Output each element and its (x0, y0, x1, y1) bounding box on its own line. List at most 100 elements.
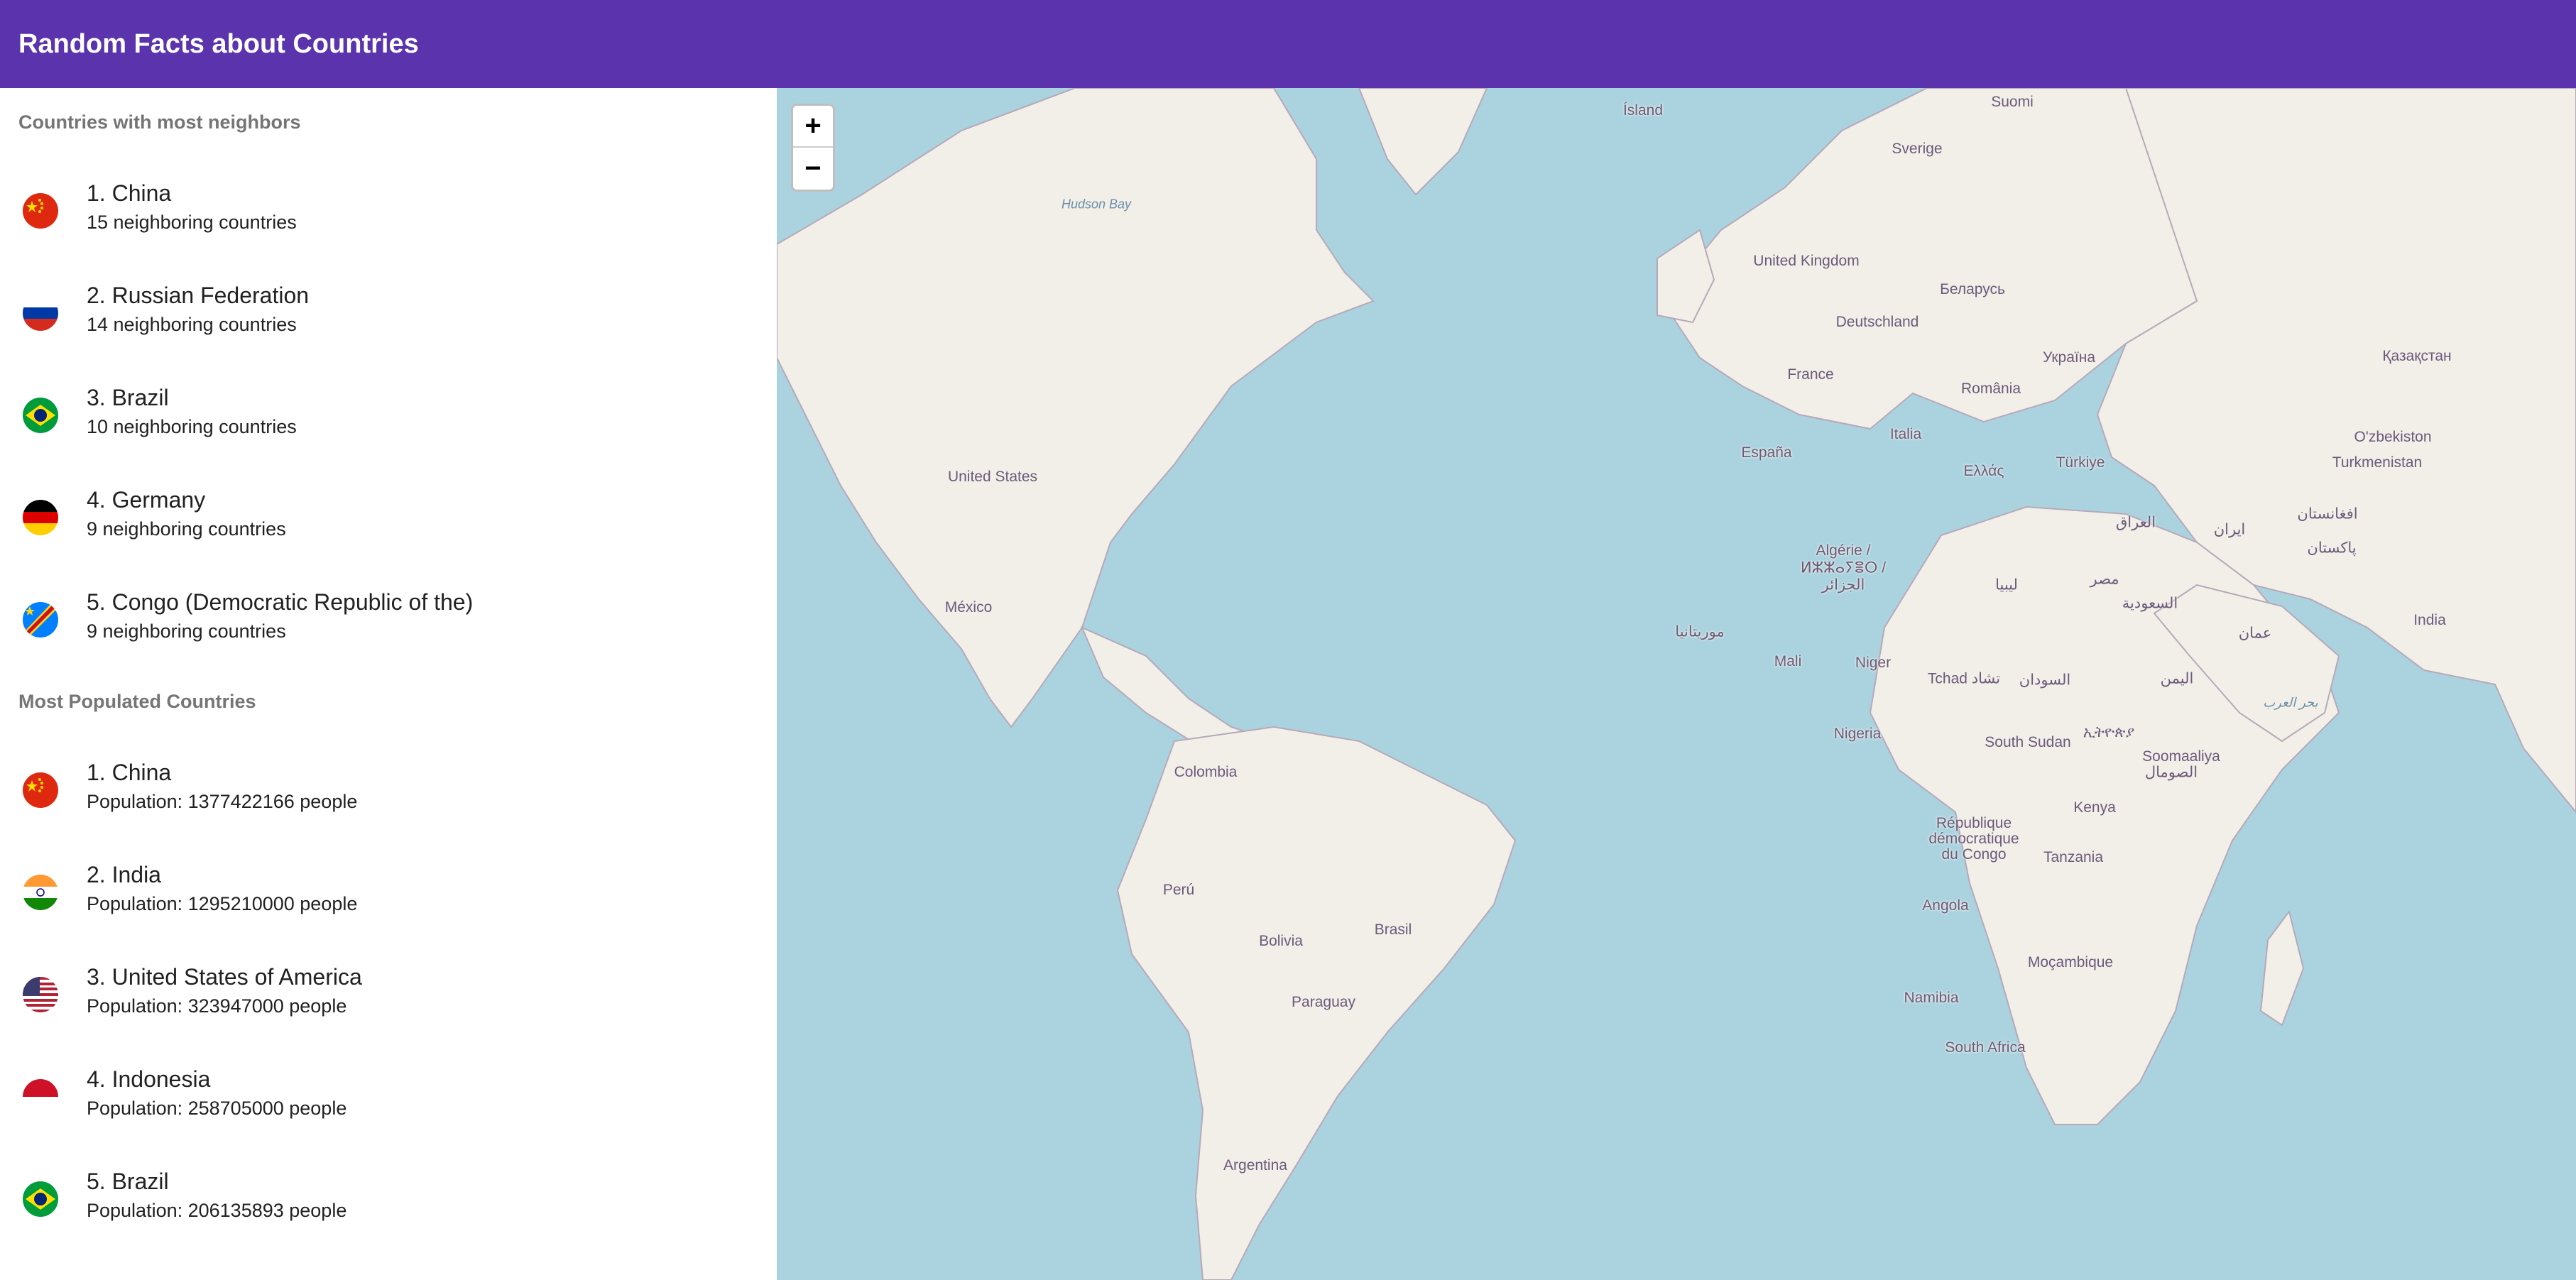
brazil-flag-icon (23, 1181, 58, 1217)
map-label: الجزائر (1821, 576, 1865, 593)
map-label: South Africa (1945, 1039, 2026, 1056)
map-label: مصر (2090, 571, 2119, 588)
list-item-subtitle: 15 neighboring countries (87, 212, 297, 233)
map-label: România (1960, 381, 2021, 397)
map-label: Ísland (1622, 102, 1664, 119)
world-map[interactable]: Ísland Suomi Sverige Hudson Bay United K… (777, 88, 2576, 1280)
list-item[interactable]: 3. Brazil 10 neighboring countries (0, 368, 777, 470)
map-label: Colombia (1174, 764, 1238, 780)
map-label: Argentina (1223, 1157, 1287, 1174)
map-label: Қазақстан (2382, 348, 2452, 364)
zoom-in-button[interactable]: + (793, 106, 833, 148)
map-label: السعودية (2122, 595, 2178, 612)
map-label: Tchad تشاد (1927, 670, 2001, 687)
map-label: Kenya (2073, 799, 2116, 816)
map-label: Namibia (1904, 990, 1959, 1006)
map-label: Deutschland (1835, 314, 1919, 330)
list-item[interactable]: 1. China Population: 1377422166 people (0, 743, 777, 845)
china-flag-icon (23, 193, 58, 229)
section-header-population: Most Populated Countries (18, 691, 256, 712)
zoom-out-button[interactable]: − (793, 148, 833, 190)
map-label: Moçambique (2027, 954, 2114, 970)
map-label: الصومال (2144, 764, 2198, 781)
map-label: موريتانيا (1675, 623, 1725, 640)
map-label: South Sudan (1985, 734, 2071, 750)
map-label: O'zbekiston (2354, 429, 2432, 445)
list-item-subtitle: Population: 206135893 people (87, 1200, 347, 1221)
list-item[interactable]: 1. China 15 neighboring countries (0, 163, 777, 266)
map-label: ⵍⵣⵣⴰⵢⴻⵔ / (1800, 559, 1887, 576)
map-label: Nigeria (1833, 726, 1882, 742)
list-item-subtitle: Population: 323947000 people (87, 995, 347, 1017)
map-label: Україна (2042, 349, 2096, 366)
list-item[interactable]: 2. India Population: 1295210000 people (0, 845, 777, 947)
map-label: Türkiye (2056, 454, 2105, 471)
drc-flag-icon (23, 602, 58, 638)
list-item[interactable]: 5. Brazil Population: 206135893 people (0, 1152, 777, 1254)
brazil-flag-icon (23, 398, 58, 433)
list-item[interactable]: 4. Germany 9 neighboring countries (0, 470, 777, 572)
list-item[interactable]: 5. Congo (Democratic Republic of the) 9 … (0, 572, 777, 674)
map-label: Sverige (1892, 141, 1943, 157)
list-item-subtitle: Population: 258705000 people (87, 1098, 347, 1119)
list-item-subtitle: 9 neighboring countries (87, 620, 286, 642)
map-label: Hudson Bay (1061, 197, 1132, 212)
list-item[interactable]: 3. United States of America Population: … (0, 947, 777, 1049)
map-label: Беларусь (1940, 281, 2005, 297)
list-item-title: 1. China (87, 760, 172, 785)
map-label: United Kingdom (1753, 253, 1860, 269)
map-label: Mali (1774, 653, 1802, 669)
map-label: بحر العرب (2263, 695, 2318, 710)
map-label: Angola (1922, 897, 1969, 914)
north-america-landmass (777, 88, 1375, 728)
map-label: México (944, 599, 993, 616)
map-label: España (1741, 444, 1792, 461)
list-item[interactable]: 2. Russian Federation 14 neighboring cou… (0, 266, 777, 368)
list-item-subtitle: Population: 1295210000 people (87, 893, 358, 914)
map-label: Niger (1855, 655, 1892, 671)
map-label: India (2413, 612, 2446, 628)
map-label: ایران (2213, 521, 2246, 538)
map-label: Soomaaliya (2142, 748, 2220, 765)
app-bar: Random Facts about Countries (0, 0, 2576, 88)
list-item-subtitle: 14 neighboring countries (87, 314, 297, 335)
map-label: اليمن (2160, 670, 2194, 687)
map-label: Paraguay (1292, 994, 1355, 1010)
map-label: ليبيا (1995, 576, 2018, 593)
map-label: Suomi (1991, 94, 2034, 110)
list-item-subtitle: Population: 1377422166 people (87, 791, 358, 812)
list-item-title: 3. United States of America (87, 964, 362, 990)
map-label: Algérie / (1816, 542, 1871, 559)
list-item-subtitle: 10 neighboring countries (87, 416, 297, 437)
section-header-neighbors: Countries with most neighbors (18, 111, 301, 133)
indonesia-flag-icon (23, 1079, 58, 1115)
map-label: Tanzania (2043, 849, 2104, 865)
map-label: Perú (1162, 882, 1195, 898)
list-item-title: 2. Russian Federation (87, 283, 310, 308)
map-label: Bolivia (1259, 933, 1303, 949)
map-tiles (777, 88, 2576, 1280)
russia-flag-icon (23, 295, 58, 331)
madagascar-landmass (2259, 909, 2305, 1027)
list-item-title: 2. India (87, 862, 161, 887)
map-label: Ελλάς (1963, 463, 2004, 479)
list-item-title: 1. China (87, 180, 172, 206)
list-item-title: 4. Germany (87, 487, 206, 513)
zoom-control: + − (791, 104, 835, 192)
map-label: العراق (2115, 514, 2156, 531)
map-label: پاکستان (2307, 540, 2357, 557)
list-item-title: 5. Congo (Democratic Republic of the) (87, 589, 474, 615)
map-label: République (1936, 815, 2012, 831)
app-title: Random Facts about Countries (18, 28, 419, 59)
map-label: Brasil (1374, 921, 1412, 938)
map-label: ኢትዮጵያ (2083, 724, 2135, 740)
germany-flag-icon (23, 500, 58, 535)
map-label: افغانستان (2297, 505, 2358, 523)
map-label: démocratique (1928, 831, 2019, 847)
greenland-landmass (1358, 88, 1488, 196)
list-item-title: 4. Indonesia (87, 1066, 211, 1092)
list-item[interactable]: 4. Indonesia Population: 258705000 peopl… (0, 1049, 777, 1152)
map-label: United States (947, 469, 1038, 485)
list-item-title: 5. Brazil (87, 1169, 169, 1194)
map-label: France (1787, 366, 1834, 383)
